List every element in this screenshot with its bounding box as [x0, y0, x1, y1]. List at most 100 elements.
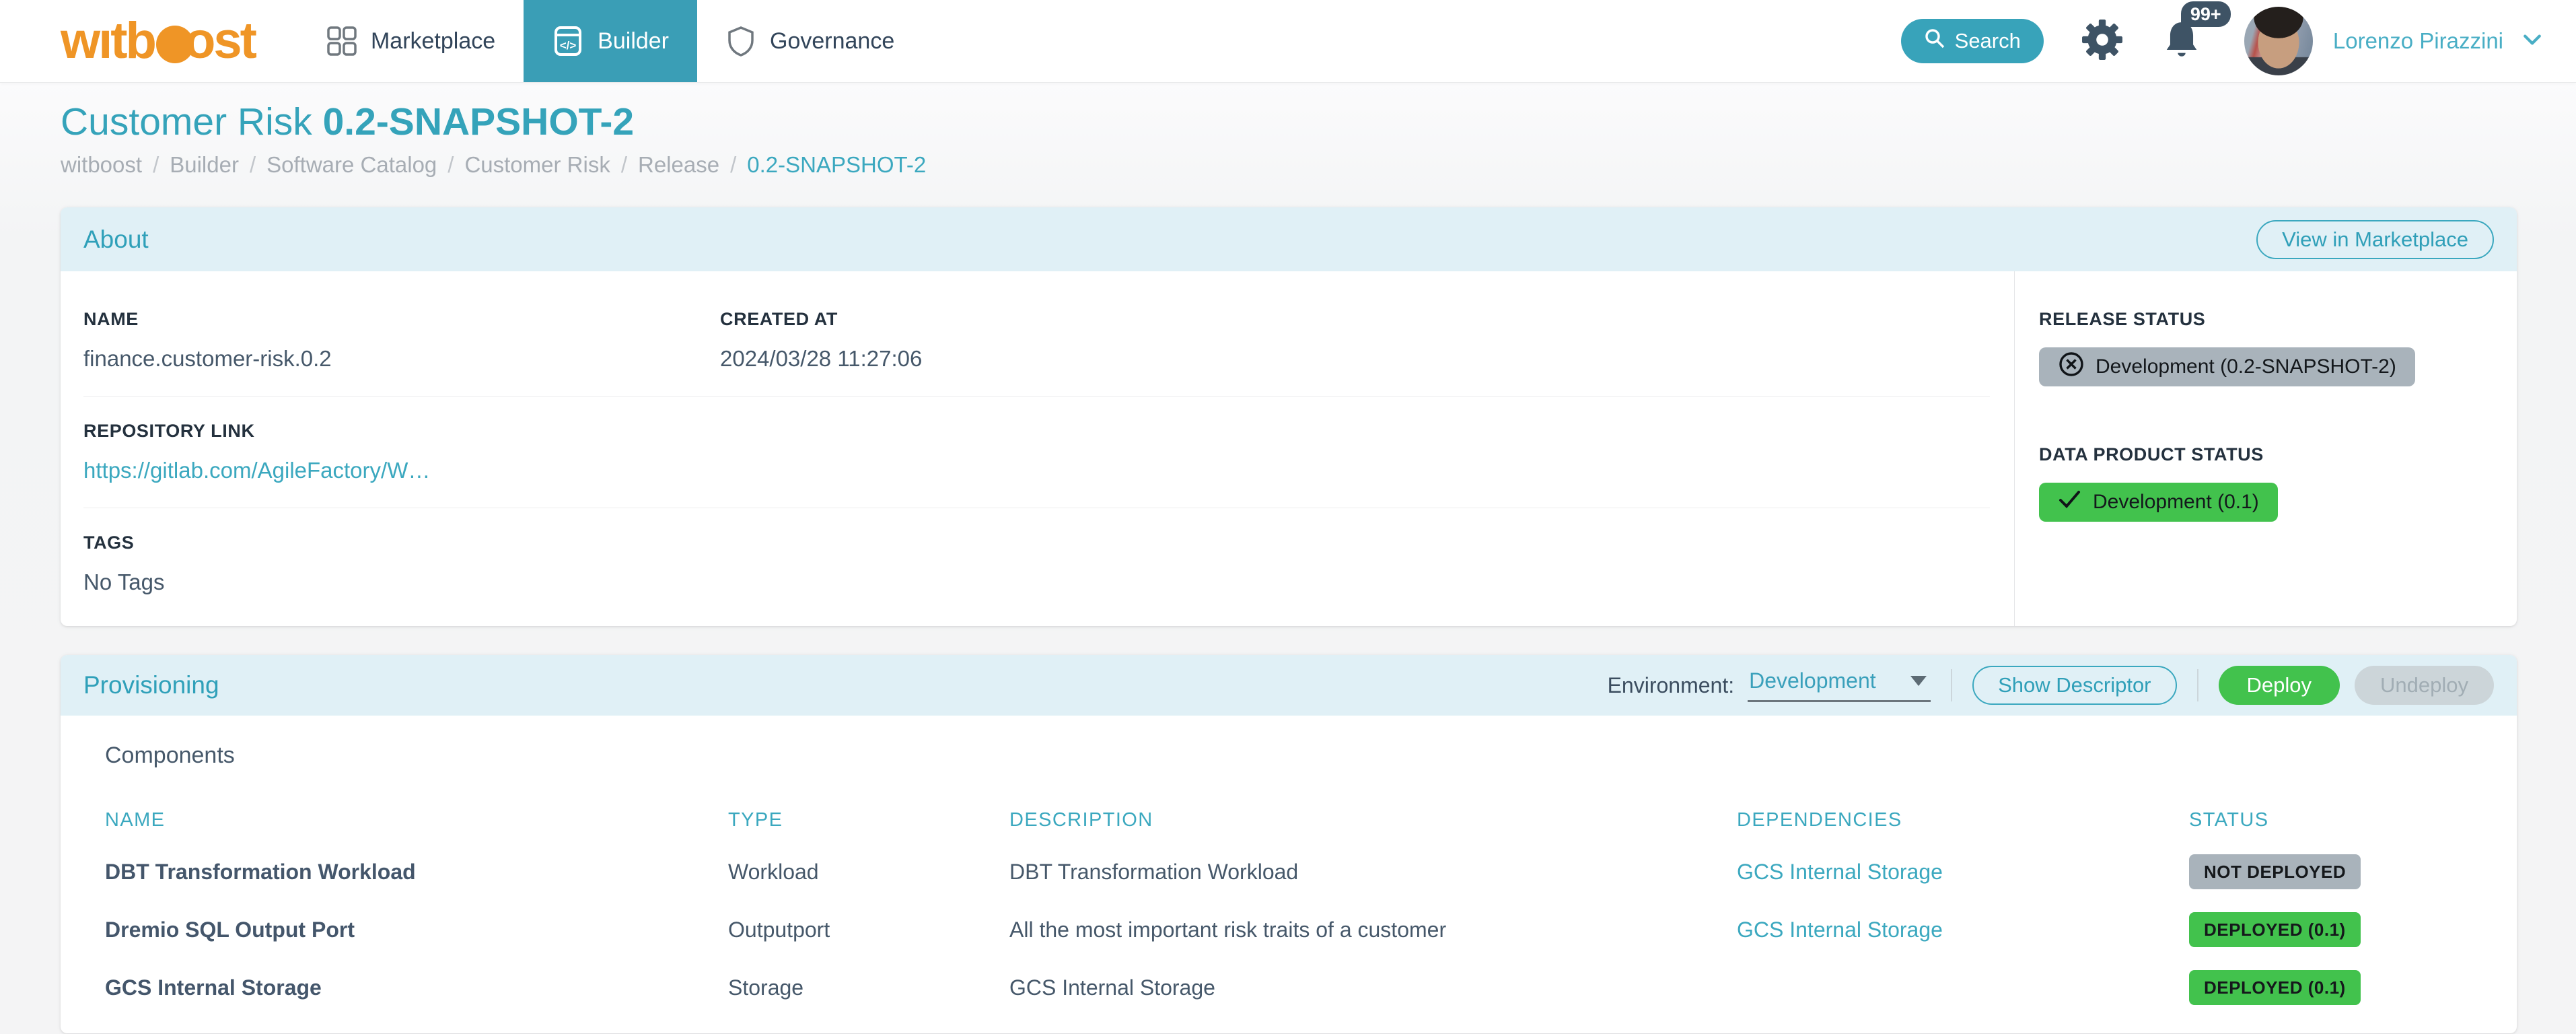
breadcrumb-separator: / — [730, 152, 736, 178]
settings-button[interactable] — [2081, 19, 2123, 64]
caret-down-icon — [1910, 676, 1927, 686]
column-header-name: NAME — [105, 809, 728, 831]
divider — [83, 396, 1990, 397]
page-title-name: Customer Risk — [61, 100, 312, 143]
notifications-button[interactable]: 99+ — [2162, 19, 2201, 64]
notification-count-badge: 99+ — [2181, 1, 2231, 27]
breadcrumb-current-version: 0.2-SNAPSHOT-2 — [747, 152, 926, 178]
logo-dot — [156, 26, 194, 63]
component-type: Outputport — [728, 918, 1009, 942]
component-name: Dremio SQL Output Port — [105, 918, 728, 942]
provisioning-title: Provisioning — [83, 671, 219, 699]
tags-value: No Tags — [83, 570, 1990, 595]
name-label: NAME — [83, 309, 720, 330]
data-product-status-text: Development (0.1) — [2093, 491, 2259, 514]
column-header-type: TYPE — [728, 809, 1009, 831]
component-description: All the most important risk traits of a … — [1009, 918, 1737, 942]
nav-item-governance[interactable]: Governance — [697, 0, 923, 82]
gear-icon — [2081, 19, 2123, 64]
page-head: Customer Risk 0.2-SNAPSHOT-2 witboost / … — [0, 82, 2576, 178]
search-label: Search — [1955, 29, 2021, 53]
breadcrumb-separator: / — [250, 152, 256, 178]
provisioning-card-header: Provisioning Environment: Development Sh… — [61, 655, 2517, 716]
search-icon — [1924, 28, 1945, 55]
environment-label: Environment: — [1608, 673, 1735, 698]
logo-text-right: ost — [184, 15, 255, 67]
about-right-pane: RELEASE STATUS Development (0.2-SNAPSHOT… — [2014, 271, 2517, 626]
component-status-badge: NOT DEPLOYED — [2189, 854, 2361, 889]
nav-item-builder[interactable]: </> Builder — [524, 0, 697, 82]
breadcrumb-software-catalog[interactable]: Software Catalog — [266, 152, 437, 178]
repository-link[interactable]: https://gitlab.com/AgileFactory/W… — [83, 458, 1990, 483]
about-body: NAME finance.customer-risk.0.2 CREATED A… — [61, 271, 2517, 626]
component-description: DBT Transformation Workload — [1009, 860, 1737, 885]
data-product-status-badge: Development (0.1) — [2039, 483, 2278, 522]
shield-icon — [725, 26, 756, 57]
column-header-dependencies: DEPENDENCIES — [1737, 809, 2189, 831]
top-bar-actions: Search — [1901, 7, 2576, 75]
component-status-badge: DEPLOYED (0.1) — [2189, 970, 2361, 1005]
component-name: DBT Transformation Workload — [105, 860, 728, 885]
show-descriptor-button[interactable]: Show Descriptor — [1972, 666, 2176, 705]
nav-label-marketplace: Marketplace — [371, 28, 495, 55]
page-title: Customer Risk 0.2-SNAPSHOT-2 — [61, 100, 2515, 144]
search-button[interactable]: Search — [1901, 19, 2044, 63]
main-nav: Marketplace </> Builder Governance — [298, 0, 923, 82]
provisioning-body: Components NAME TYPE DESCRIPTION DEPENDE… — [61, 716, 2517, 1033]
user-menu-button[interactable] — [2522, 31, 2542, 52]
chevron-down-icon — [2522, 31, 2542, 52]
avatar[interactable] — [2244, 7, 2313, 75]
breadcrumb-separator: / — [621, 152, 627, 178]
created-at-value: 2024/03/28 11:27:06 — [720, 346, 1990, 372]
breadcrumb-separator: / — [153, 152, 159, 178]
deploy-button[interactable]: Deploy — [2219, 666, 2340, 705]
about-title: About — [83, 226, 149, 254]
about-left-pane: NAME finance.customer-risk.0.2 CREATED A… — [61, 271, 2014, 626]
grid-icon — [326, 26, 357, 57]
release-status-badge: Development (0.2-SNAPSHOT-2) — [2039, 347, 2415, 386]
component-status-badge: DEPLOYED (0.1) — [2189, 912, 2361, 947]
x-circle-icon — [2058, 351, 2085, 383]
created-at-label: CREATED AT — [720, 309, 1990, 330]
breadcrumb-builder[interactable]: Builder — [170, 152, 239, 178]
nav-item-marketplace[interactable]: Marketplace — [298, 0, 524, 82]
top-bar: wıtbost Marketplace </> Builder — [0, 0, 2576, 82]
environment-select[interactable]: Development — [1748, 668, 1931, 702]
column-header-status: STATUS — [2189, 809, 2494, 831]
component-type: Storage — [728, 975, 1009, 1000]
breadcrumb-release[interactable]: Release — [638, 152, 719, 178]
field-data-product-status: DATA PRODUCT STATUS Development (0.1) — [2039, 444, 2497, 522]
user-name[interactable]: Lorenzo Pirazzini — [2333, 28, 2503, 54]
witboost-logo[interactable]: wıtbost — [61, 15, 255, 67]
page-title-version: 0.2-SNAPSHOT-2 — [323, 100, 634, 143]
release-status-text: Development (0.2-SNAPSHOT-2) — [2096, 355, 2396, 378]
release-status-label: RELEASE STATUS — [2039, 309, 2497, 330]
name-value: finance.customer-risk.0.2 — [83, 346, 720, 372]
logo-text-left: wıtb — [61, 15, 155, 67]
provisioning-card: Provisioning Environment: Development Sh… — [61, 655, 2517, 1033]
breadcrumb: witboost / Builder / Software Catalog / … — [61, 152, 2515, 178]
components-table: NAME TYPE DESCRIPTION DEPENDENCIES STATU… — [105, 809, 2494, 1005]
field-created-at: CREATED AT 2024/03/28 11:27:06 — [720, 309, 1990, 372]
component-name: GCS Internal Storage — [105, 975, 728, 1000]
code-window-icon: </> — [552, 25, 584, 57]
breadcrumb-witboost[interactable]: witboost — [61, 152, 142, 178]
component-dependency-link[interactable]: GCS Internal Storage — [1737, 918, 2189, 942]
view-in-marketplace-button[interactable]: View in Marketplace — [2256, 220, 2494, 259]
column-header-description: DESCRIPTION — [1009, 809, 1737, 831]
breadcrumb-separator: / — [448, 152, 454, 178]
nav-label-builder: Builder — [598, 28, 669, 55]
divider — [2197, 669, 2198, 701]
undeploy-button: Undeploy — [2355, 666, 2494, 705]
field-tags: TAGS No Tags — [83, 532, 1990, 595]
component-description: GCS Internal Storage — [1009, 975, 1737, 1000]
component-type: Workload — [728, 860, 1009, 885]
data-product-status-label: DATA PRODUCT STATUS — [2039, 444, 2497, 465]
check-icon — [2058, 489, 2082, 516]
about-card: About View in Marketplace NAME finance.c… — [61, 207, 2517, 626]
svg-text:</>: </> — [560, 39, 577, 52]
breadcrumb-customer-risk[interactable]: Customer Risk — [464, 152, 610, 178]
repository-link-label: REPOSITORY LINK — [83, 421, 1990, 442]
tags-label: TAGS — [83, 532, 1990, 553]
component-dependency-link[interactable]: GCS Internal Storage — [1737, 860, 2189, 885]
